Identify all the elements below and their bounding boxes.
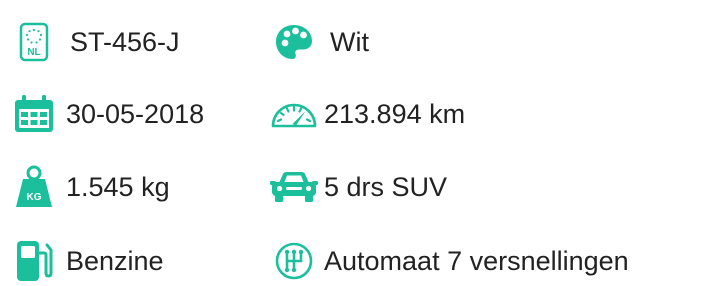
spec-mileage: 213.894 km (268, 89, 465, 139)
spec-weight-label: 1.545 kg (66, 172, 170, 202)
weight-icon: KG (8, 162, 60, 212)
spec-registration-date: 30-05-2018 (8, 89, 204, 139)
spec-body-type: 5 drs SUV (268, 162, 447, 212)
gearbox-icon (268, 236, 320, 286)
spec-fuel-type: Benzine (8, 236, 164, 286)
spec-license-plate-label: ST-456-J (70, 27, 180, 57)
calendar-icon (8, 89, 60, 139)
speedometer-icon (268, 89, 320, 139)
weight-unit-text: KG (27, 192, 42, 203)
spec-fuel-type-label: Benzine (66, 246, 164, 276)
nl-license-plate-icon: NL (8, 17, 60, 67)
car-icon (268, 162, 320, 212)
spec-registration-date-label: 30-05-2018 (66, 99, 205, 129)
spec-weight: KG 1.545 kg (8, 162, 170, 212)
spec-color: Wit (268, 17, 369, 67)
plate-country-text: NL (27, 47, 40, 58)
spec-mileage-label: 213.894 km (324, 99, 466, 129)
fuel-pump-icon (8, 236, 60, 286)
spec-body-type-label: 5 drs SUV (324, 172, 448, 202)
spec-color-label: Wit (330, 27, 369, 57)
spec-transmission-label: Automaat 7 versnellingen (324, 246, 629, 276)
palette-icon (268, 17, 320, 67)
spec-transmission: Automaat 7 versnellingen (268, 236, 629, 286)
vehicle-spec-grid: NL ST-456-J Wit 30-05-2018 213.894 km KG… (0, 0, 704, 285)
spec-license-plate: NL ST-456-J (8, 17, 180, 67)
